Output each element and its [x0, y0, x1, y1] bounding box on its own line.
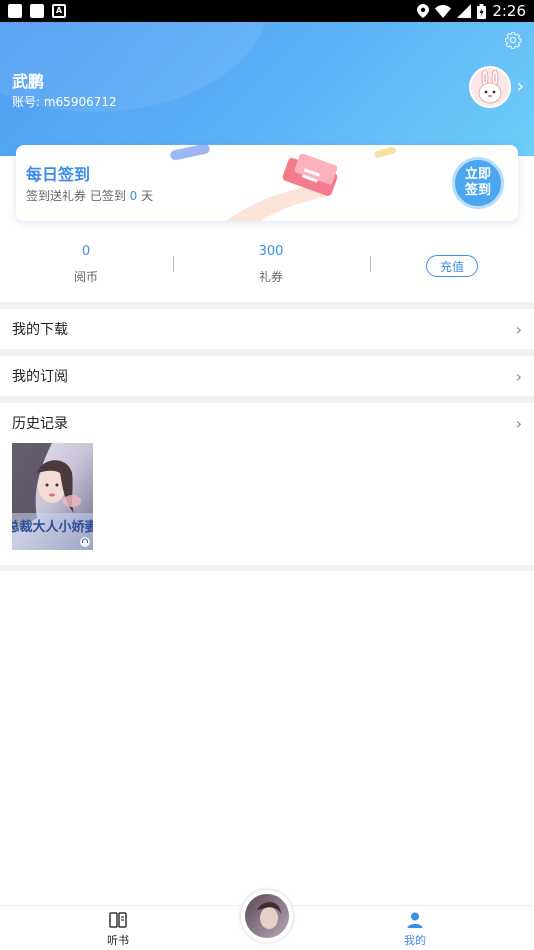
tab-listen-label: 听书	[107, 934, 129, 947]
notification-icon	[30, 4, 44, 18]
tab-listen[interactable]: 听书	[78, 906, 158, 950]
vouchers-label: 礼券	[258, 270, 283, 284]
stat-divider	[173, 256, 174, 272]
menu-item-downloads[interactable]: 我的下载 ›	[0, 309, 534, 349]
clock: 2:26	[492, 2, 526, 20]
tab-mine-label: 我的	[404, 934, 426, 947]
checkin-subtitle-text: 签到送礼券 已签到	[26, 189, 130, 203]
checkin-button-line2: 签到	[464, 183, 491, 198]
chevron-right-icon: ›	[515, 319, 522, 339]
menu-item-subscriptions[interactable]: 我的订阅 ›	[0, 356, 534, 396]
section-divider	[0, 349, 534, 356]
stat-divider	[370, 256, 371, 272]
checkin-title: 每日签到	[26, 165, 91, 184]
coins-value: 0	[81, 244, 91, 259]
checkin-subtitle: 签到送礼券 已签到 0 天	[26, 187, 153, 204]
notification-a-icon: A	[52, 4, 66, 18]
book-open-icon	[108, 910, 128, 930]
status-bar: A 2:26	[0, 0, 534, 22]
notification-icon	[8, 4, 22, 18]
section-divider	[0, 565, 534, 571]
account-id: 账号: m65906712	[12, 95, 117, 109]
section-divider	[0, 396, 534, 403]
recharge-button[interactable]: 充值	[426, 255, 478, 277]
now-playing-disc[interactable]	[241, 890, 293, 942]
signal-icon	[457, 4, 472, 18]
wallet-stats: 0 阅币 300 礼券 充值	[0, 236, 534, 302]
menu-item-history[interactable]: 历史记录 ›	[0, 403, 534, 443]
user-name: 武鹏	[12, 72, 45, 91]
book-cover-title: 总裁大人小娇妻	[12, 519, 93, 534]
gift-decoration-icon	[170, 145, 396, 221]
battery-icon	[477, 3, 487, 19]
vouchers-stat[interactable]: 300 礼券	[211, 244, 331, 285]
menu-item-label: 历史记录	[12, 416, 68, 432]
menu-item-label: 我的下载	[12, 322, 68, 338]
profile-chevron-icon[interactable]: ›	[517, 78, 524, 96]
checkin-days-suffix: 天	[137, 189, 154, 203]
vouchers-value: 300	[258, 244, 284, 259]
person-icon	[405, 910, 425, 930]
checkin-now-button[interactable]: 立即 签到	[452, 157, 504, 209]
location-icon	[417, 4, 430, 18]
settings-gear-icon[interactable]	[504, 31, 522, 49]
wifi-icon	[435, 4, 452, 18]
menu-item-label: 我的订阅	[12, 369, 68, 385]
book-cover-image: 总裁大人小娇妻	[12, 443, 93, 550]
coins-label: 阅币	[73, 270, 98, 284]
profile-header: 武鹏 账号: m65906712 ›	[0, 22, 534, 156]
daily-checkin-card: 每日签到 签到送礼券 已签到 0 天 立即 签到	[16, 145, 518, 221]
tab-mine[interactable]: 我的	[375, 906, 455, 950]
chevron-right-icon: ›	[515, 366, 522, 386]
checkin-button-line1: 立即	[464, 167, 491, 182]
now-playing-cover	[245, 894, 289, 938]
chevron-right-icon: ›	[515, 413, 522, 433]
rabbit-avatar-icon	[478, 70, 502, 104]
history-book-cover[interactable]: 总裁大人小娇妻	[12, 443, 93, 550]
coins-stat[interactable]: 0 阅币	[26, 244, 146, 285]
avatar[interactable]	[469, 66, 511, 108]
section-divider	[0, 302, 534, 309]
